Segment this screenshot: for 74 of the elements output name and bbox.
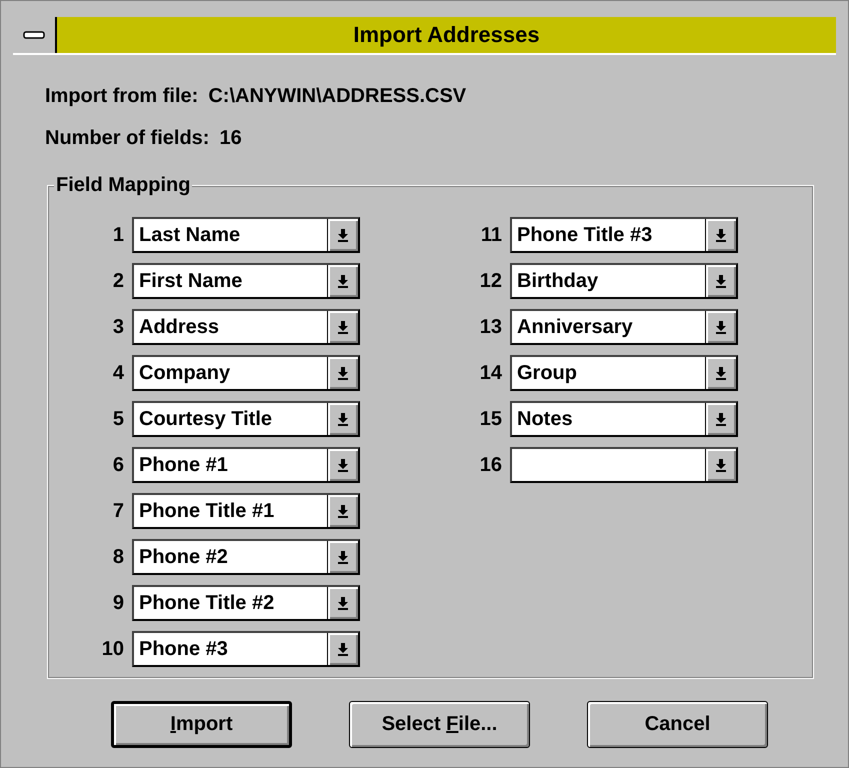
field-number: 5 [112, 408, 125, 430]
minus-icon [23, 31, 45, 39]
dialog-button[interactable]: Select File... [349, 701, 530, 748]
dropdown-button[interactable] [327, 311, 358, 343]
down-arrow-icon [338, 412, 348, 426]
field-number: 2 [112, 270, 125, 292]
down-arrow-icon [338, 366, 348, 380]
dropdown-button[interactable] [327, 633, 358, 665]
down-arrow-icon [716, 274, 726, 288]
field-dropdown[interactable]: Phone Title #1 [132, 493, 360, 529]
window-title: Import Addresses [352, 21, 541, 49]
field-number: 4 [112, 362, 125, 384]
down-arrow-icon [338, 642, 348, 656]
field-number: 15 [478, 408, 503, 430]
dropdown-button[interactable] [705, 219, 736, 251]
field-dropdown[interactable]: First Name [132, 263, 360, 299]
field-number: 10 [100, 638, 125, 660]
dropdown-button[interactable] [705, 403, 736, 435]
field-dropdown[interactable]: Notes [510, 401, 738, 437]
down-arrow-icon [716, 412, 726, 426]
dropdown-button[interactable] [327, 265, 358, 297]
field-dropdown[interactable]: Birthday [510, 263, 738, 299]
field-dropdown[interactable]: Phone #2 [132, 539, 360, 575]
dropdown-button[interactable] [705, 449, 736, 481]
field-number: 8 [112, 546, 125, 568]
dropdown-button[interactable] [327, 219, 358, 251]
dropdown-button[interactable] [327, 357, 358, 389]
field-count-value: 16 [219, 127, 242, 151]
dropdown-button[interactable] [327, 587, 358, 619]
down-arrow-icon [338, 320, 348, 334]
dialog-button[interactable]: Import [111, 701, 292, 748]
import-file-label: Import from file: [45, 85, 198, 109]
dropdown-button[interactable] [705, 265, 736, 297]
field-number: 1 [112, 224, 125, 246]
field-dropdown[interactable]: Phone #3 [132, 631, 360, 667]
field-dropdown[interactable]: Last Name [132, 217, 360, 253]
dialog-button[interactable]: Cancel [587, 701, 768, 748]
field-dropdown[interactable]: Group [510, 355, 738, 391]
down-arrow-icon [338, 274, 348, 288]
dropdown-button[interactable] [327, 495, 358, 527]
field-dropdown[interactable]: Phone Title #3 [510, 217, 738, 253]
field-number: 3 [112, 316, 125, 338]
field-dropdown[interactable]: Address [132, 309, 360, 345]
field-number: 14 [478, 362, 503, 384]
field-dropdown[interactable]: Company [132, 355, 360, 391]
dropdown-button[interactable] [327, 403, 358, 435]
down-arrow-icon [716, 320, 726, 334]
import-file-path: C:\ANYWIN\ADDRESS.CSV [208, 85, 466, 109]
down-arrow-icon [716, 458, 726, 472]
down-arrow-icon [338, 228, 348, 242]
dropdown-button[interactable] [705, 311, 736, 343]
field-number: 9 [112, 592, 125, 614]
dropdown-button[interactable] [705, 357, 736, 389]
down-arrow-icon [338, 458, 348, 472]
field-number: 12 [478, 270, 503, 292]
field-dropdown[interactable]: Courtesy Title [132, 401, 360, 437]
field-count-label: Number of fields: [45, 127, 210, 151]
field-number: 6 [112, 454, 125, 476]
down-arrow-icon [716, 228, 726, 242]
down-arrow-icon [716, 366, 726, 380]
field-number: 7 [112, 500, 125, 522]
field-number: 13 [478, 316, 503, 338]
down-arrow-icon [338, 504, 348, 518]
field-dropdown[interactable]: Phone Title #2 [132, 585, 360, 621]
group-title: Field Mapping [54, 174, 192, 196]
field-dropdown[interactable]: Anniversary [510, 309, 738, 345]
dropdown-button[interactable] [327, 449, 358, 481]
field-dropdown[interactable] [510, 447, 738, 483]
field-dropdown[interactable]: Phone #1 [132, 447, 360, 483]
field-number: 11 [480, 224, 503, 246]
down-arrow-icon [338, 596, 348, 610]
down-arrow-icon [338, 550, 348, 564]
field-number: 16 [478, 454, 503, 476]
dropdown-button[interactable] [327, 541, 358, 573]
